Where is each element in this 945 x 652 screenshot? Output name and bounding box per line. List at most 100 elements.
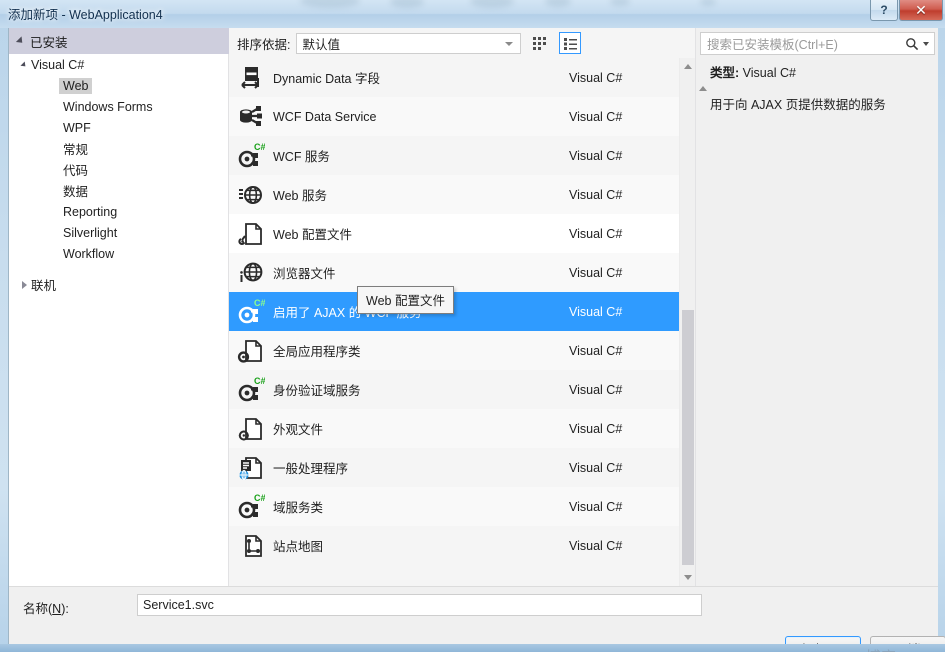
details-panel: 搜索已安装模板(Ctrl+E) 类型: Visual C# 用于向 AJAX 页…	[695, 28, 938, 586]
chevron-down-icon	[20, 60, 28, 69]
tree-expander	[17, 280, 31, 289]
template-list-item[interactable]: Web 服务 Visual C#	[229, 175, 679, 214]
template-name: Dynamic Data 字段	[273, 72, 380, 86]
add-new-item-dialog: 已安装 Visual C# Web Windows Forms WPF 常规代码数据 Re…	[8, 28, 945, 652]
category-tree[interactable]: Visual C# Web Windows Forms WPF 常规代码数据 Report…	[9, 54, 229, 295]
template-list-item[interactable]: 一般处理程序 Visual C#	[229, 448, 679, 487]
template-list-scrollbar[interactable]	[679, 58, 695, 586]
scroll-up-button[interactable]	[680, 58, 696, 75]
template-list-item[interactable]: C# 身份验证域服务 Visual C#	[229, 370, 679, 409]
tree-item-workflow[interactable]: Workflow	[9, 243, 229, 264]
template-name: Web 服务	[273, 189, 327, 203]
template-list-item[interactable]: WCF Data Service Visual C#	[229, 97, 679, 136]
template-language: Visual C#	[569, 109, 623, 124]
tree-item-label: Web	[59, 77, 93, 94]
global-application-class-icon	[229, 337, 273, 365]
template-list-item[interactable]: Web 配置文件 Visual C#	[229, 214, 679, 253]
svg-text:C#: C#	[254, 376, 265, 386]
svg-text:C#: C#	[254, 298, 265, 308]
template-name: 全局应用程序类	[273, 345, 361, 359]
template-name: 浏览器文件	[273, 267, 336, 281]
template-name: WCF Data Service	[273, 109, 377, 124]
tree-item-label: Windows Forms	[63, 99, 153, 114]
tree-item-silverlight[interactable]: Silverlight	[9, 222, 229, 243]
list-view-icon	[564, 38, 578, 50]
watermark: 51CTO博客	[815, 646, 897, 652]
name-input[interactable]: Service1.svc	[137, 594, 702, 616]
tree-item-常规[interactable]: 常规	[9, 138, 229, 159]
installed-header[interactable]: 已安装	[9, 28, 229, 54]
sort-by-dropdown[interactable]: 默认值	[296, 32, 522, 54]
tree-item-reporting[interactable]: Reporting	[9, 201, 229, 222]
close-button[interactable]: ✕	[899, 0, 943, 21]
svg-text:C#: C#	[254, 493, 265, 503]
search-input[interactable]: 搜索已安装模板(Ctrl+E)	[701, 34, 905, 53]
tree-item-wpf[interactable]: WPF	[9, 117, 229, 138]
dynamic-data-field-icon	[229, 64, 273, 92]
detail-description: 用于向 AJAX 页提供数据的服务	[710, 98, 886, 112]
template-list-item[interactable]: C# 域服务类 Visual C#	[229, 487, 679, 526]
template-tooltip: Web 配置文件	[357, 286, 454, 314]
template-language: Visual C#	[569, 499, 623, 514]
name-input-value: Service1.svc	[143, 598, 214, 612]
scroll-down-button[interactable]	[680, 569, 696, 586]
tree-item-windows-forms[interactable]: Windows Forms	[9, 96, 229, 117]
template-list-item[interactable]: 站点地图 Visual C#	[229, 526, 679, 565]
detail-type-row: 类型: Visual C#	[710, 62, 925, 81]
template-details: 类型: Visual C# 用于向 AJAX 页提供数据的服务	[696, 62, 939, 115]
tree-item-数据[interactable]: 数据	[9, 180, 229, 201]
close-icon: ✕	[915, 1, 927, 18]
details-scroll-up-indicator[interactable]	[697, 86, 709, 98]
search-templates-box[interactable]: 搜索已安装模板(Ctrl+E)	[700, 32, 935, 55]
template-language: Visual C#	[569, 460, 623, 475]
template-language: Visual C#	[569, 382, 623, 397]
grid-view-button[interactable]	[529, 32, 551, 54]
site-map-icon	[229, 532, 273, 560]
chevron-down-icon[interactable]	[923, 41, 929, 46]
template-list-panel: 排序依据: 默认值 Dynamic Data 字段 Visual C# WCF …	[229, 28, 695, 586]
ajax-wcf-service-icon: C#	[229, 298, 273, 326]
wcf-service-icon: C#	[229, 142, 273, 170]
wcf-data-service-icon	[229, 103, 273, 131]
template-list-item[interactable]: Dynamic Data 字段 Visual C#	[229, 58, 679, 97]
template-list-item[interactable]: 全局应用程序类 Visual C#	[229, 331, 679, 370]
chevron-right-icon	[21, 280, 27, 289]
template-list-item[interactable]: 浏览器文件 Visual C#	[229, 253, 679, 292]
template-list[interactable]: Dynamic Data 字段 Visual C# WCF Data Service…	[229, 58, 679, 586]
tree-item-label: Reporting	[63, 204, 118, 219]
template-name: Web 配置文件	[273, 228, 352, 242]
scrollbar-thumb[interactable]	[682, 310, 694, 565]
help-button[interactable]: ?	[870, 0, 898, 21]
tree-item-label: 代码	[63, 164, 89, 178]
list-view-button[interactable]	[559, 32, 582, 54]
detail-type-label: 类型:	[710, 66, 740, 80]
tree-item-web[interactable]: Web	[9, 75, 229, 96]
tree-item-visual-c#[interactable]: Visual C#	[9, 54, 229, 75]
search-icon	[906, 37, 919, 50]
tree-item-label: 联机	[31, 279, 57, 293]
skin-file-icon	[229, 415, 273, 443]
browser-file-icon	[229, 259, 273, 287]
search-icon-group[interactable]	[905, 37, 934, 51]
authentication-domain-service-icon: C#	[229, 376, 273, 404]
window-title-bar[interactable]: 添加新项 - WebApplication4 ? ✕	[0, 0, 945, 28]
template-language: Visual C#	[569, 343, 623, 358]
domain-service-class-icon: C#	[229, 493, 273, 521]
tree-item-label: Silverlight	[63, 225, 118, 240]
generic-handler-icon	[229, 454, 273, 482]
template-list-item[interactable]: C# WCF 服务 Visual C#	[229, 136, 679, 175]
tree-item-代码[interactable]: 代码	[9, 159, 229, 180]
desktop-bottom-edge	[0, 644, 945, 652]
tree-item-label: 常规	[63, 143, 89, 157]
tree-item-label: 数据	[63, 185, 89, 199]
tree-item-联机[interactable]: 联机	[9, 274, 229, 295]
web-config-file-icon	[229, 220, 273, 248]
sort-toolbar: 排序依据: 默认值	[229, 28, 695, 58]
svg-text:C#: C#	[254, 142, 265, 152]
template-list-item[interactable]: 外观文件 Visual C#	[229, 409, 679, 448]
chevron-down-icon	[15, 36, 26, 46]
template-list-item[interactable]: C# 启用了 AJAX 的 WCF 服务 Visual C#	[229, 292, 679, 331]
template-language: Visual C#	[569, 70, 623, 85]
template-name: 身份验证域服务	[273, 384, 361, 398]
sort-by-label: 排序依据:	[237, 37, 291, 52]
